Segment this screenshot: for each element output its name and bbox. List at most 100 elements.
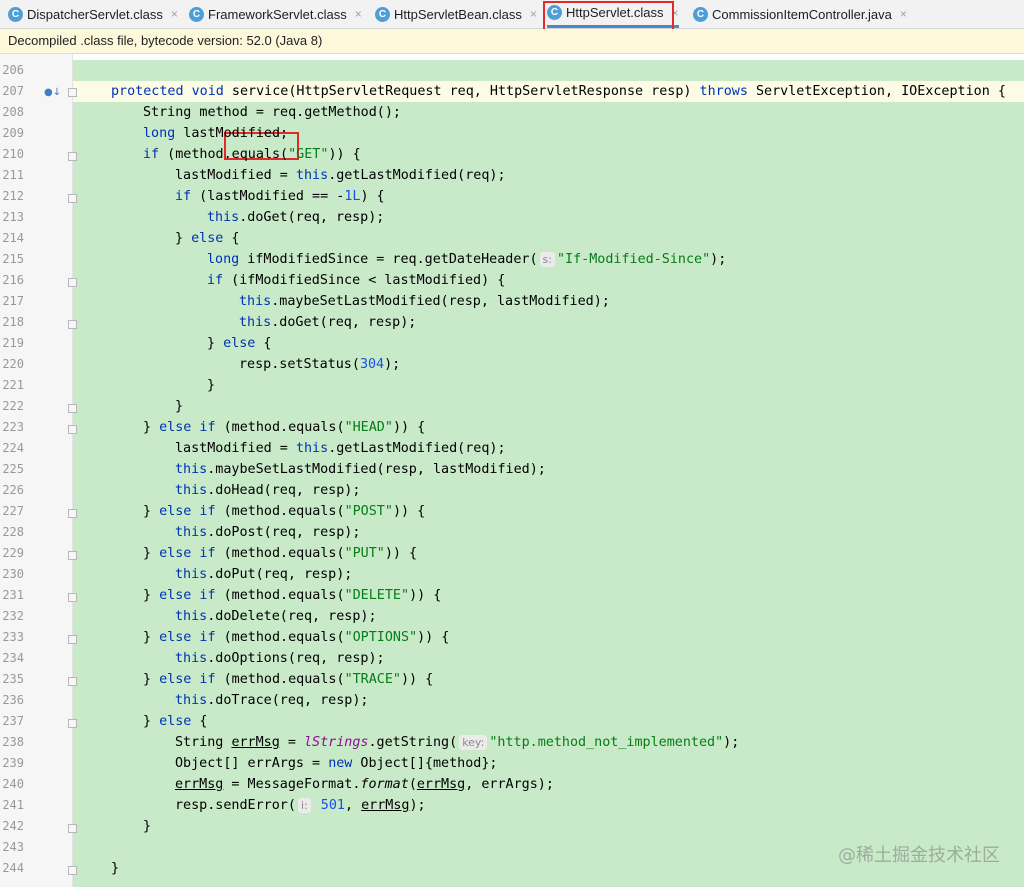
- line-number: 234: [2, 651, 24, 665]
- line-number: 216: [2, 273, 24, 287]
- fold-marker[interactable]: [68, 278, 77, 287]
- code-line-236: this.doTrace(req, resp);: [175, 693, 369, 708]
- class-file-icon: C: [375, 6, 390, 22]
- line-number: 233: [2, 630, 24, 644]
- tab-label: HttpServlet.class: [566, 5, 664, 20]
- code-line-229: } else if (method.equals("PUT")) {: [143, 546, 418, 561]
- line-number: 240: [2, 777, 24, 791]
- code-line-240: errMsg = MessageFormat.format(errMsg, er…: [175, 777, 554, 792]
- line-number: 207: [2, 84, 24, 98]
- line-number: 219: [2, 336, 24, 350]
- code-line-221: }: [207, 378, 216, 393]
- line-number: 206: [2, 63, 24, 77]
- code-line-209: long lastModified;: [143, 126, 289, 141]
- line-number: 239: [2, 756, 24, 770]
- fold-marker[interactable]: [68, 635, 77, 644]
- fold-marker[interactable]: [68, 152, 77, 161]
- line-number: 223: [2, 420, 24, 434]
- line-number: 222: [2, 399, 24, 413]
- code-line-217: this.maybeSetLastModified(resp, lastModi…: [239, 294, 610, 309]
- code-line-215: long ifModifiedSince = req.getDateHeader…: [207, 252, 727, 267]
- line-number: 243: [2, 840, 24, 854]
- code-line-224: lastModified = this.getLastModified(req)…: [175, 441, 506, 456]
- line-number: 209: [2, 126, 24, 140]
- fold-marker[interactable]: [68, 88, 77, 97]
- fold-marker[interactable]: [68, 194, 77, 203]
- code-line-233: } else if (method.equals("OPTIONS")) {: [143, 630, 450, 645]
- line-number: 227: [2, 504, 24, 518]
- code-line-227: } else if (method.equals("POST")) {: [143, 504, 426, 519]
- code-line-216: if (ifModifiedSince < lastModified) {: [207, 273, 506, 288]
- code-line-242: }: [143, 819, 152, 834]
- fold-marker[interactable]: [68, 425, 77, 434]
- class-file-icon: C: [547, 5, 562, 20]
- line-number: 214: [2, 231, 24, 245]
- line-number: 242: [2, 819, 24, 833]
- fold-marker[interactable]: [68, 509, 77, 518]
- class-file-icon: C: [8, 6, 23, 22]
- line-number: 230: [2, 567, 24, 581]
- line-number: 229: [2, 546, 24, 560]
- decompiled-info-banner: Decompiled .class file, bytecode version…: [0, 29, 1024, 54]
- close-icon[interactable]: ×: [355, 7, 362, 21]
- line-number: 220: [2, 357, 24, 371]
- code-line-235: } else if (method.equals("TRACE")) {: [143, 672, 434, 687]
- fold-marker[interactable]: [68, 404, 77, 413]
- code-editor[interactable]: 206 207 208 209 210 211 212 213 214 215 216 217 218 2…: [0, 54, 1024, 887]
- fold-marker[interactable]: [68, 866, 77, 875]
- code-line-244: }: [111, 861, 120, 876]
- line-number: 218: [2, 315, 24, 329]
- line-number: 213: [2, 210, 24, 224]
- line-number: 236: [2, 693, 24, 707]
- line-number: 225: [2, 462, 24, 476]
- line-number: 226: [2, 483, 24, 497]
- line-number: 244: [2, 861, 24, 875]
- code-line-220: resp.setStatus(304);: [239, 357, 401, 372]
- code-line-222: }: [175, 399, 184, 414]
- line-number: 237: [2, 714, 24, 728]
- fold-marker[interactable]: [68, 551, 77, 560]
- code-line-225: this.maybeSetLastModified(resp, lastModi…: [175, 462, 546, 477]
- fold-marker[interactable]: [68, 320, 77, 329]
- close-icon[interactable]: ×: [900, 7, 907, 21]
- class-file-icon: C: [189, 6, 204, 22]
- code-line-214: } else {: [175, 231, 240, 246]
- close-icon[interactable]: ×: [672, 6, 679, 20]
- code-line-210: if (method.equals("GET")) {: [143, 147, 361, 162]
- close-icon[interactable]: ×: [171, 7, 178, 21]
- tab-commissionitemcontroller[interactable]: C CommissionItemController.java ×: [693, 0, 907, 28]
- code-line-223: } else if (method.equals("HEAD")) {: [143, 420, 426, 435]
- fold-marker[interactable]: [68, 593, 77, 602]
- code-line-228: this.doPost(req, resp);: [175, 525, 361, 540]
- editor-tab-bar: C DispatcherServlet.class × C FrameworkS…: [0, 0, 1024, 29]
- tab-frameworkservlet[interactable]: C FrameworkServlet.class ×: [189, 0, 362, 28]
- code-line-241: resp.sendError(i: 501, errMsg);: [175, 798, 426, 813]
- line-number: 211: [2, 168, 24, 182]
- line-number: 231: [2, 588, 24, 602]
- code-line-211: lastModified = this.getLastModified(req)…: [175, 168, 506, 183]
- watermark: @稀土掘金技术社区: [838, 845, 1000, 866]
- line-number: 210: [2, 147, 24, 161]
- line-number: 221: [2, 378, 24, 392]
- fold-marker[interactable]: [68, 677, 77, 686]
- code-line-208: String method = req.getMethod();: [143, 105, 401, 120]
- line-number: 241: [2, 798, 24, 812]
- line-number: 212: [2, 189, 24, 203]
- line-number: 208: [2, 105, 24, 119]
- code-line-212: if (lastModified == -1L) {: [175, 189, 385, 204]
- tab-label: HttpServletBean.class: [394, 6, 522, 22]
- code-line-239: Object[] errArgs = new Object[]{method};: [175, 756, 498, 771]
- tab-label: DispatcherServlet.class: [27, 6, 163, 22]
- line-number: 238: [2, 735, 24, 749]
- fold-marker[interactable]: [68, 824, 77, 833]
- line-number: 235: [2, 672, 24, 686]
- close-icon[interactable]: ×: [530, 7, 537, 21]
- override-method-icon[interactable]: ●↓: [44, 87, 62, 99]
- code-line-238: String errMsg = lStrings.getString(key: "…: [175, 735, 740, 750]
- code-line-234: this.doOptions(req, resp);: [175, 651, 385, 666]
- line-number: 217: [2, 294, 24, 308]
- tab-dispatcherservlet[interactable]: C DispatcherServlet.class ×: [8, 0, 178, 28]
- tab-httpservletbean[interactable]: C HttpServletBean.class ×: [375, 0, 537, 28]
- fold-marker[interactable]: [68, 719, 77, 728]
- tab-httpservlet[interactable]: C HttpServlet.class ×: [547, 0, 679, 28]
